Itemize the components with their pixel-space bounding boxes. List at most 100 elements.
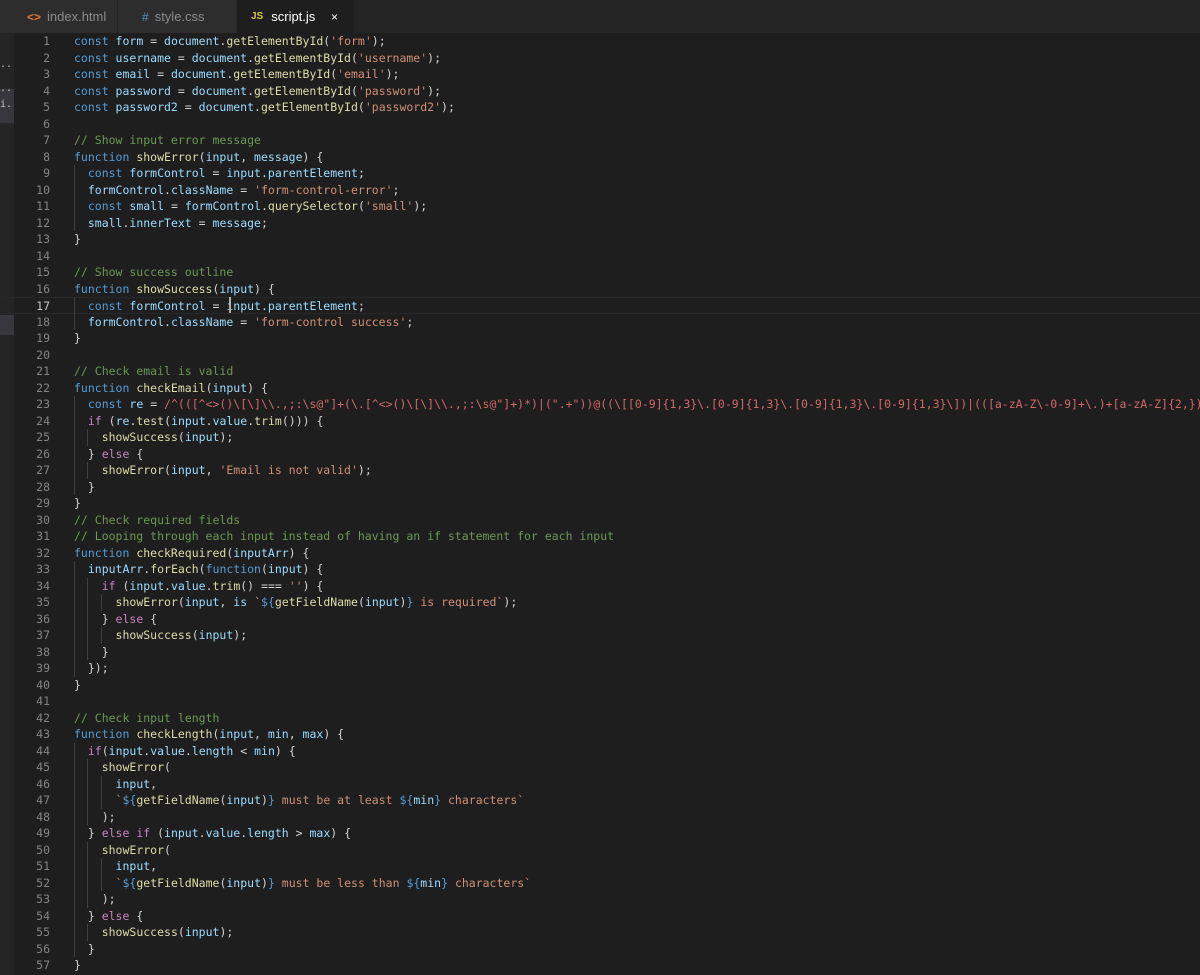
code-token: password [115,83,171,98]
code-line[interactable]: 35 showError(input, is `${getFieldName(i… [0,594,1200,611]
line-number: 19 [36,331,50,345]
code-line[interactable]: 25 showSuccess(input); [0,429,1200,446]
code-line[interactable]: 43 function checkLength(input, min, max) … [0,726,1200,743]
code-line[interactable]: 11 const small = formControl.querySelect… [0,198,1200,215]
code-line[interactable]: 9 const formControl = input.parentElemen… [0,165,1200,182]
code-token: checkLength [136,727,213,741]
code-line[interactable]: 55 showSuccess(input); [0,924,1200,941]
code-line[interactable]: 1 const form = document.getElementById('f… [0,33,1200,50]
code-line[interactable]: 6 [0,116,1200,133]
code-line[interactable]: 12 small.innerText = message; [0,215,1200,232]
code-line[interactable]: 34 if (input.value.trim() === '') { [0,578,1200,595]
close-icon[interactable]: × [331,10,338,24]
code-token: getElementById [226,34,324,48]
code-line[interactable]: 7 // Show input error message [0,132,1200,149]
code-line[interactable]: 52 `${getFieldName(input)} must be less … [0,875,1200,892]
code-line[interactable]: 4 const password = document.getElementByI… [0,83,1200,100]
code-line[interactable]: 8 function showError(input, message) { [0,149,1200,166]
code-token: '' [288,578,303,593]
line-number: 41 [36,694,50,708]
code-line[interactable]: 51 input, [0,858,1200,875]
code-text: showError( [74,842,171,859]
code-line[interactable]: 15 // Show success outline [0,264,1200,281]
code-line[interactable]: 30 // Check required fields [0,512,1200,529]
line-number: 25 [36,430,50,444]
code-line[interactable]: 57} [0,957,1200,974]
code-line[interactable]: 17 const formControl = input.parentEleme… [0,297,1200,314]
code-line[interactable]: 27 showError(input, 'Email is not valid'… [0,462,1200,479]
code-line[interactable]: 48 ); [0,809,1200,826]
code-line[interactable]: 23 const re = /^(([^<>()\[\]\\.,;:\s@"]+… [0,396,1200,413]
code-line[interactable]: 41 [0,693,1200,710]
code-token: ( [157,826,165,840]
code-line[interactable]: 31 // Looping through each input instead … [0,528,1200,545]
code-token: ( [260,562,268,576]
code-line[interactable]: 54 } else { [0,908,1200,925]
code-text: } else if (input.value.length > max) { [74,825,351,842]
code-line[interactable]: 36 } else { [0,611,1200,628]
code-line[interactable]: 19} [0,330,1200,347]
indent-guide [100,594,102,611]
code-token: ; [406,314,414,329]
code-line[interactable]: 13} [0,231,1200,248]
code-token: // Looping through each input instead of… [74,529,615,543]
code-text: if(input.value.length < min) { [74,743,296,760]
code-line[interactable]: 56 } [0,941,1200,958]
code-line[interactable]: 21 // Check email is valid [0,363,1200,380]
code-line[interactable]: 24 if (re.test(input.value.trim())) { [0,413,1200,430]
code-line[interactable]: 3 const email = document.getElementById('… [0,66,1200,83]
code-line[interactable]: 38 } [0,644,1200,661]
code-token: = [177,100,199,114]
line-number: 31 [36,529,50,543]
code-line[interactable]: 32 function checkRequired(inputArr) { [0,545,1200,562]
indent-guide [87,759,89,825]
code-line[interactable]: 33 inputArr.forEach(function(input) { [0,561,1200,578]
code-line[interactable]: 26 } else { [0,446,1200,463]
code-line[interactable]: 46 input, [0,776,1200,793]
code-line[interactable]: 53 ); [0,891,1200,908]
code-token: showSuccess [115,628,192,642]
code-line[interactable]: 44 if(input.value.length < min) { [0,743,1200,760]
code-line[interactable]: 14 [0,248,1200,265]
line-number: 10 [36,182,50,197]
code-text: } [74,479,95,496]
code-token: 'password' [357,83,428,98]
code-line[interactable]: 28 } [0,479,1200,496]
code-token: const [87,166,130,180]
code-token: ); [74,892,116,906]
code-line[interactable]: 37 showSuccess(input); [0,627,1200,644]
code-line[interactable]: 20 [0,347,1200,364]
code-token: getElementById [254,83,351,98]
code-token: , [150,776,158,791]
code-token: password2 [115,100,178,114]
tab-index-html[interactable]: <> index.html [0,0,118,33]
code-token: = [143,34,165,48]
code-line[interactable]: 40} [0,677,1200,694]
tab-style-css[interactable]: # style.css [118,0,237,33]
code-line[interactable]: 29} [0,495,1200,512]
code-line[interactable]: 18 formControl.className = 'form-control… [0,314,1200,331]
code-line[interactable]: 10 formControl.className = 'form-control… [0,182,1200,199]
code-line[interactable]: 45 showError( [0,759,1200,776]
code-line[interactable]: 16 function showSuccess(input) { [0,281,1200,298]
code-token: input [164,826,199,840]
code-token: querySelector [267,199,358,213]
code-line[interactable]: 50 showError( [0,842,1200,859]
code-line[interactable]: 49 } else if (input.value.length > max) … [0,825,1200,842]
code-token: showError [101,463,165,477]
code-line[interactable]: 47 `${getFieldName(input)} must be at le… [0,792,1200,809]
code-text: function showError(input, message) { [74,149,323,166]
code-token: // Check input length [74,710,220,725]
code-editor[interactable]: 1 const form = document.getElementById('f… [0,31,1200,975]
code-token: . [260,299,268,313]
tab-script-js[interactable]: JS script.js × [237,0,355,33]
code-line[interactable]: 42 // Check input length [0,710,1200,727]
code-text: } else { [74,908,143,925]
code-line[interactable]: 2 const username = document.getElementByI… [0,50,1200,67]
code-token: ( [164,760,171,774]
code-line[interactable]: 5 const password2 = document.getElementBy… [0,99,1200,116]
code-line[interactable]: 22 function checkEmail(input) { [0,380,1200,397]
code-token: ( [357,595,365,609]
code-token: = [205,299,227,313]
code-line[interactable]: 39 }); [0,660,1200,677]
